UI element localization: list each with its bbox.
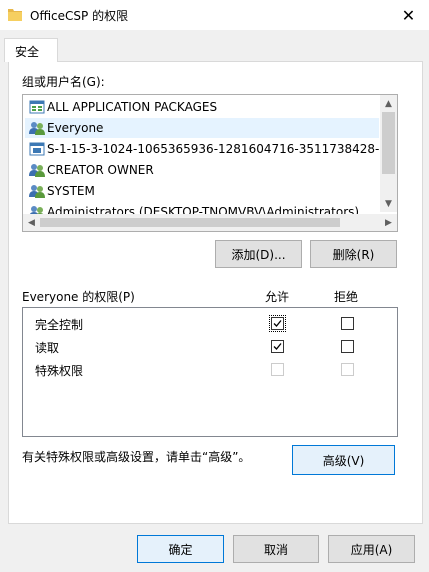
remove-button[interactable]: 删除(R) — [310, 240, 397, 268]
apply-button[interactable]: 应用(A) — [328, 535, 415, 563]
read-deny-checkbox[interactable] — [341, 340, 354, 353]
permissions-list: 完全控制 读取 特殊权限 — [22, 307, 398, 437]
list-item[interactable]: SYSTEM — [25, 181, 379, 201]
permission-name: 读取 — [35, 341, 60, 355]
app-packages-icon — [29, 100, 45, 114]
user-list[interactable]: ALL APPLICATION PACKAGES Everyone S-1-15… — [22, 94, 398, 232]
add-button[interactable]: 添加(D)... — [215, 240, 302, 268]
permission-name: 特殊权限 — [35, 364, 84, 378]
advanced-button[interactable]: 高级(V) — [292, 445, 395, 475]
horizontal-scrollbar[interactable]: ◀ ▶ — [23, 214, 397, 231]
scroll-right-icon[interactable]: ▶ — [380, 214, 397, 231]
list-item[interactable]: S-1-15-3-1024-1065365936-1281604716-3511… — [25, 139, 379, 159]
horizontal-scroll-thumb[interactable] — [40, 218, 340, 227]
list-item-label: ALL APPLICATION PACKAGES — [47, 100, 218, 114]
users-group-icon — [29, 164, 45, 177]
list-item[interactable]: CREATOR OWNER — [25, 160, 379, 180]
scroll-up-icon[interactable]: ▲ — [380, 95, 397, 112]
scroll-down-icon[interactable]: ▼ — [380, 195, 397, 212]
tab-security[interactable]: 安全 — [4, 38, 58, 62]
scroll-left-icon[interactable]: ◀ — [23, 214, 40, 231]
ok-button[interactable]: 确定 — [137, 535, 224, 563]
vertical-scroll-thumb[interactable] — [382, 112, 395, 174]
list-item-label: Everyone — [47, 121, 104, 135]
permissions-header: Everyone 的权限(P) — [22, 290, 135, 304]
window-title: OfficeCSP 的权限 — [30, 9, 129, 23]
list-item-label: CREATOR OWNER — [47, 163, 154, 177]
full-control-deny-checkbox[interactable] — [341, 317, 354, 330]
advanced-hint-text: 有关特殊权限或高级设置，请单击“高级”。 — [22, 450, 251, 464]
special-allow-checkbox — [271, 363, 284, 376]
list-item-label: SYSTEM — [47, 184, 95, 198]
special-deny-checkbox — [341, 363, 354, 376]
permission-name: 完全控制 — [35, 318, 84, 332]
check-icon — [273, 343, 282, 350]
tab-security-label: 安全 — [15, 45, 40, 59]
check-icon — [273, 320, 282, 327]
users-group-icon — [29, 122, 45, 135]
full-control-allow-checkbox[interactable] — [269, 315, 286, 332]
vertical-scrollbar[interactable]: ▲ ▼ — [380, 95, 397, 212]
list-item-selected[interactable]: Everyone — [25, 118, 379, 138]
close-button[interactable]: ✕ — [388, 0, 429, 30]
folder-icon — [8, 9, 22, 21]
read-allow-checkbox[interactable] — [271, 340, 284, 353]
users-group-icon — [29, 185, 45, 198]
allow-column-label: 允许 — [265, 290, 290, 304]
deny-column-label: 拒绝 — [334, 290, 359, 304]
app-capability-icon — [29, 142, 45, 156]
cancel-button[interactable]: 取消 — [233, 535, 319, 563]
list-item-label: S-1-15-3-1024-1065365936-1281604716-3511… — [47, 142, 379, 156]
group-users-label: 组或用户名(G): — [22, 75, 105, 89]
list-item[interactable]: ALL APPLICATION PACKAGES — [25, 97, 379, 117]
